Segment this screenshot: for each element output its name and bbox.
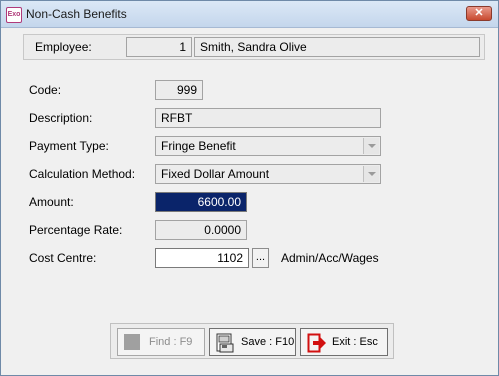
chevron-down-icon [363,166,379,182]
button-bar: Find : F9 Save : F10 Exit : Esc [110,323,394,359]
find-button-label: Find : F9 [149,336,193,348]
percentage-rate-label: Percentage Rate: [29,223,123,237]
description-field: RFBT [155,108,381,128]
save-icon [216,333,234,353]
save-button-label: Save : F10 [241,336,295,348]
chevron-down-icon [363,138,379,154]
find-button[interactable]: Find : F9 [117,328,205,356]
calculation-method-label: Calculation Method: [29,167,136,181]
code-label: Code: [29,83,62,97]
exit-button[interactable]: Exit : Esc [300,328,388,356]
employee-name-field: Smith, Sandra Olive [194,37,480,57]
description-label: Description: [29,111,93,125]
cost-centre-browse-button[interactable]: ... [252,248,269,268]
code-field: 999 [155,80,203,100]
find-icon [124,334,140,350]
title-bar[interactable]: Exo Non-Cash Benefits ✕ [1,1,498,28]
amount-label: Amount: [29,195,74,209]
exo-app-icon: Exo [6,7,22,23]
employee-label: Employee: [35,40,92,54]
payment-type-select: Fringe Benefit [155,136,381,156]
non-cash-benefits-window: Exo Non-Cash Benefits ✕ Employee: 1 Smit… [0,0,499,376]
percentage-rate-field: 0.0000 [155,220,247,240]
cost-centre-label: Cost Centre: [29,251,97,265]
cost-centre-description: Admin/Acc/Wages [281,251,379,265]
amount-input[interactable]: 6600.00 [155,192,247,212]
exit-icon [307,333,326,353]
calculation-method-select: Fixed Dollar Amount [155,164,381,184]
dialog-client-area: Employee: 1 Smith, Sandra Olive Code: 99… [9,31,490,369]
close-button[interactable]: ✕ [466,6,492,21]
window-title: Non-Cash Benefits [26,7,127,21]
calculation-method-value: Fixed Dollar Amount [161,167,270,181]
employee-id-field: 1 [126,37,192,57]
exit-button-label: Exit : Esc [332,336,378,348]
payment-type-value: Fringe Benefit [161,139,236,153]
save-button[interactable]: Save : F10 [209,328,296,356]
employee-panel: Employee: 1 Smith, Sandra Olive [23,34,485,60]
cost-centre-input[interactable]: 1102 [155,248,249,268]
payment-type-label: Payment Type: [29,139,109,153]
